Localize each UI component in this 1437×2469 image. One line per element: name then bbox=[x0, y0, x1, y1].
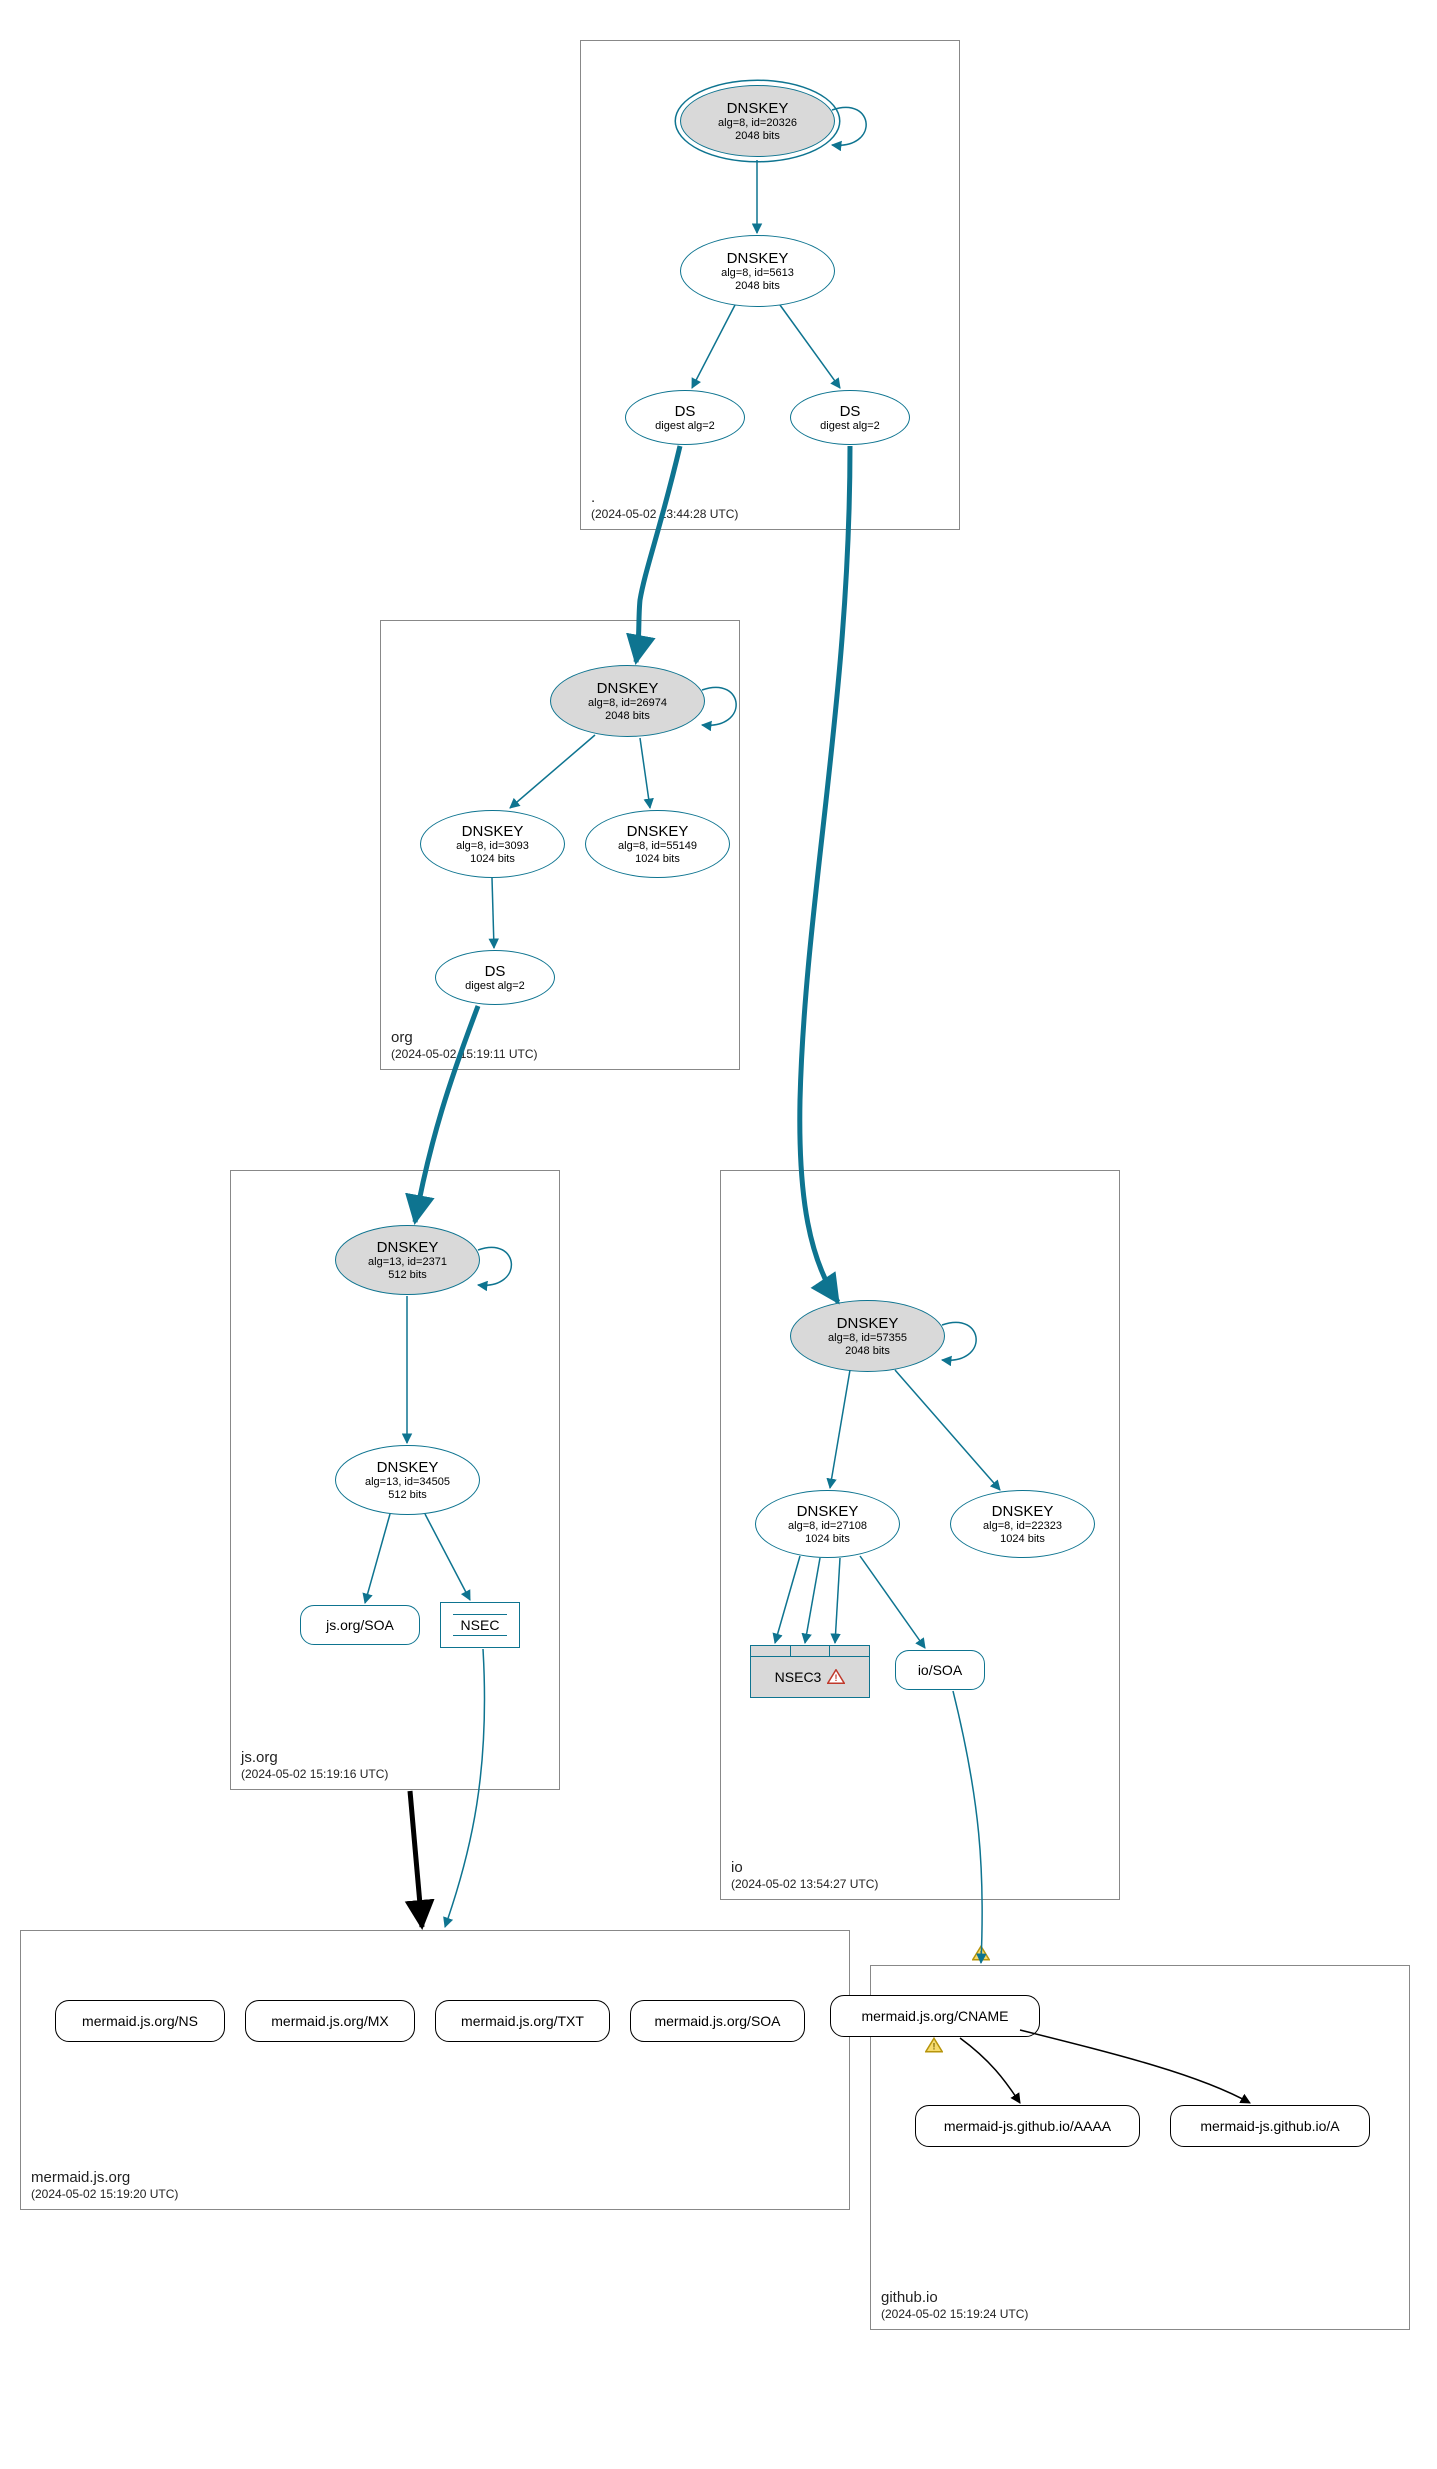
root-ds-1: DS digest alg=2 bbox=[625, 390, 745, 445]
jsorg-zsk-dnskey: DNSKEY alg=13, id=34505 512 bits bbox=[335, 1445, 480, 1515]
root-ksk-dnskey: DNSKEY alg=8, id=20326 2048 bits bbox=[680, 85, 835, 157]
warning-icon: ! bbox=[972, 1945, 990, 1961]
github-aaaa: mermaid-js.github.io/AAAA bbox=[915, 2105, 1140, 2147]
org-zsk-2: DNSKEY alg=8, id=55149 1024 bits bbox=[585, 810, 730, 878]
zone-jsorg-label: js.org (2024-05-02 15:19:16 UTC) bbox=[241, 1748, 388, 1783]
zone-mermaid-label: mermaid.js.org (2024-05-02 15:19:20 UTC) bbox=[31, 2168, 178, 2203]
io-soa: io/SOA bbox=[895, 1650, 985, 1690]
zone-mermaid: mermaid.js.org (2024-05-02 15:19:20 UTC) bbox=[20, 1930, 850, 2210]
svg-text:!: ! bbox=[933, 2042, 936, 2052]
root-zsk-dnskey: DNSKEY alg=8, id=5613 2048 bits bbox=[680, 235, 835, 307]
jsorg-soa: js.org/SOA bbox=[300, 1605, 420, 1645]
mermaid-cname: mermaid.js.org/CNAME bbox=[830, 1995, 1040, 2037]
org-ksk-dnskey: DNSKEY alg=8, id=26974 2048 bits bbox=[550, 665, 705, 737]
mermaid-txt: mermaid.js.org/TXT bbox=[435, 2000, 610, 2042]
zone-github-label: github.io (2024-05-02 15:19:24 UTC) bbox=[881, 2288, 1028, 2323]
svg-text:!: ! bbox=[980, 1950, 983, 1960]
warning-icon: ! bbox=[827, 1669, 845, 1685]
zone-io-label: io (2024-05-02 13:54:27 UTC) bbox=[731, 1858, 878, 1893]
mermaid-mx: mermaid.js.org/MX bbox=[245, 2000, 415, 2042]
org-zsk-1: DNSKEY alg=8, id=3093 1024 bits bbox=[420, 810, 565, 878]
jsorg-ksk-dnskey: DNSKEY alg=13, id=2371 512 bits bbox=[335, 1225, 480, 1295]
io-ksk-dnskey: DNSKEY alg=8, id=57355 2048 bits bbox=[790, 1300, 945, 1372]
svg-text:!: ! bbox=[835, 1673, 838, 1683]
warning-icon: ! bbox=[925, 2037, 943, 2053]
mermaid-ns: mermaid.js.org/NS bbox=[55, 2000, 225, 2042]
zone-root-label: . (2024-05-02 13:44:28 UTC) bbox=[591, 488, 738, 523]
mermaid-soa: mermaid.js.org/SOA bbox=[630, 2000, 805, 2042]
zone-org-label: org (2024-05-02 15:19:11 UTC) bbox=[391, 1028, 538, 1063]
org-ds: DS digest alg=2 bbox=[435, 950, 555, 1005]
io-zsk-1: DNSKEY alg=8, id=27108 1024 bits bbox=[755, 1490, 900, 1558]
io-zsk-2: DNSKEY alg=8, id=22323 1024 bits bbox=[950, 1490, 1095, 1558]
github-a: mermaid-js.github.io/A bbox=[1170, 2105, 1370, 2147]
jsorg-nsec: NSEC bbox=[440, 1602, 520, 1648]
io-nsec3: NSEC3 ! bbox=[750, 1645, 870, 1695]
root-ds-2: DS digest alg=2 bbox=[790, 390, 910, 445]
